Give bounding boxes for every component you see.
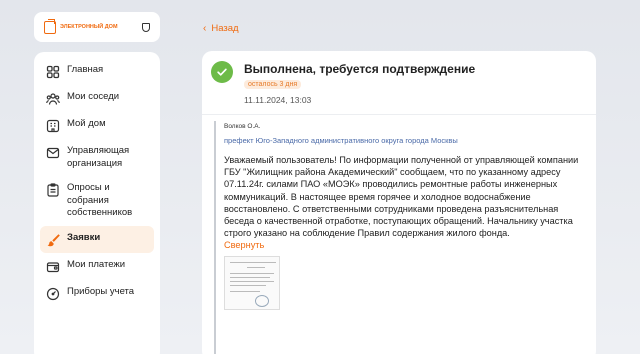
response-message: Волков О.А. префект Юго-Западного админи… [214,121,588,354]
sidebar-item-label: Заявки [67,231,101,243]
check-circle-icon [211,61,233,83]
sidebar-item-label: Мои платежи [67,258,126,270]
sidebar-item-neighbors[interactable]: Мои соседи [40,85,154,112]
sidebar-item-label: Опросы и собрания собственников [67,182,133,218]
sidebar-item-label: Главная [67,64,104,75]
back-label: Назад [211,23,239,34]
status-title: Выполнена, требуется подтверждение [244,62,476,76]
attachment-thumbnail[interactable] [224,256,280,311]
people-icon [46,92,60,106]
logo-text: ЭЛЕКТРОННЫЙ ДОМ [60,24,118,30]
shield-icon[interactable] [142,22,150,32]
logo-house-icon [44,18,56,34]
sidebar-item-home[interactable]: Главная [40,58,154,85]
sidebar-item-payments[interactable]: Мои платежи [40,253,154,280]
request-date: 11.11.2024, 13:03 [244,95,312,105]
back-link[interactable]: ‹ Назад [203,23,239,34]
author-name: Волков О.А. [224,123,261,130]
request-card: Выполнена, требуется подтверждение остал… [202,51,596,354]
sidebar-item-requests[interactable]: Заявки [40,225,154,253]
sidebar-item-management-company[interactable]: Управляющая организация [40,139,154,176]
mail-icon [46,146,60,160]
deadline-badge: осталось 3 дня [244,80,302,89]
building-icon [46,119,60,133]
brush-icon [46,233,60,247]
gauge-icon [46,287,60,301]
sidebar-item-my-house[interactable]: Мой дом [40,112,154,139]
sidebar-item-label: Мой дом [67,118,106,129]
sidebar-item-label: Мои соседи [67,91,120,102]
wallet-icon [46,260,60,274]
chevron-left-icon: ‹ [203,23,207,34]
sidebar-item-meters[interactable]: Приборы учета [40,280,154,307]
sidebar-item-label: Приборы учета [67,285,135,297]
grid-icon [46,65,60,79]
sidebar-item-polls[interactable]: Опросы и собрания собственников [40,176,154,226]
message-text: Уважаемый пользователь! По информации по… [224,155,579,239]
sidebar-item-label: Управляющая организация [67,145,130,169]
clipboard-icon [46,183,60,197]
author-organization: префект Юго-Западного административного … [224,136,458,145]
logo-card[interactable]: ЭЛЕКТРОННЫЙ ДОМ [34,12,160,42]
collapse-link[interactable]: Свернуть [224,240,588,250]
divider [202,114,596,115]
sidebar: Главная Мои соседи Мой дом Управляющая о… [34,52,160,354]
